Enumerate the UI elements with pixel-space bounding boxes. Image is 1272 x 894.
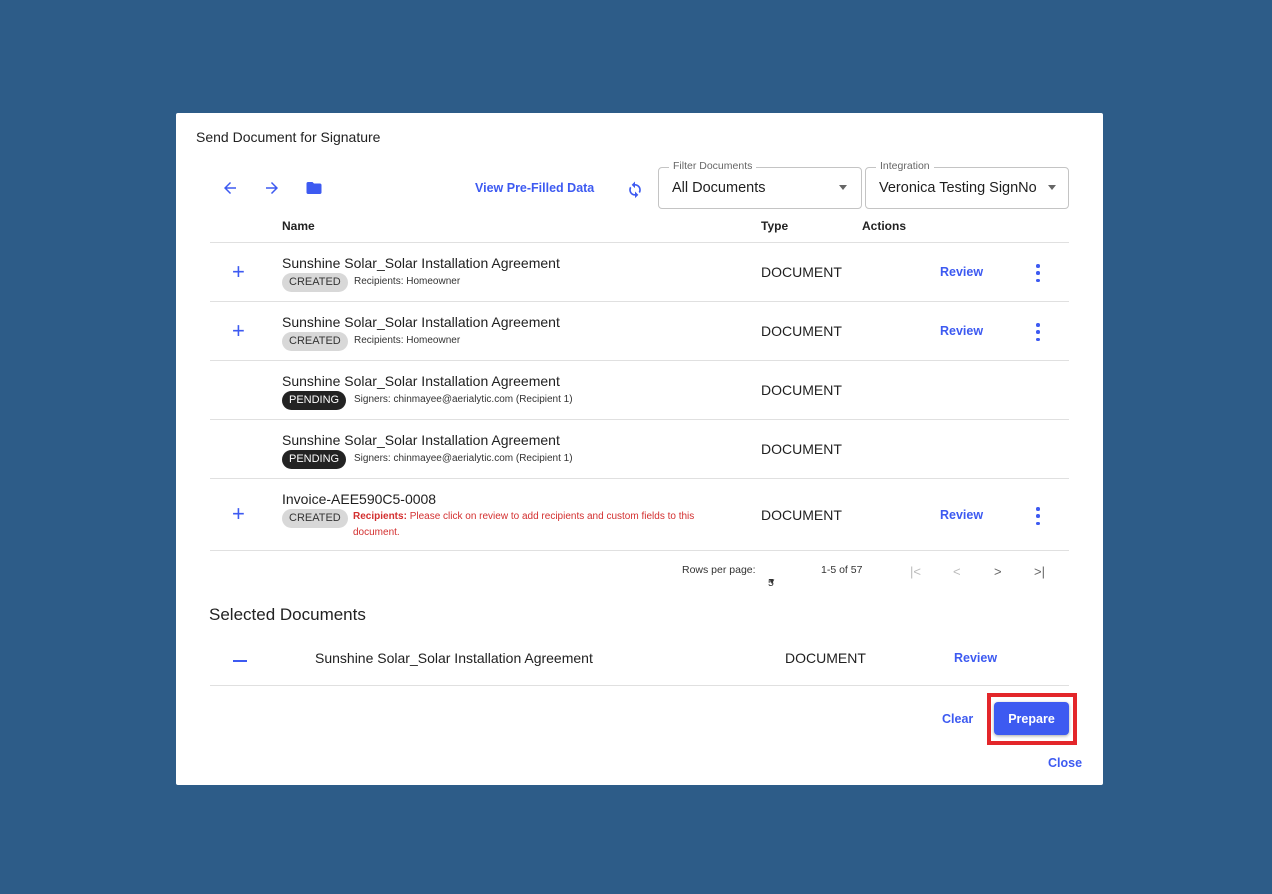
selected-documents-title: Selected Documents xyxy=(209,605,366,624)
document-type: DOCUMENT xyxy=(761,264,842,280)
filter-documents-label: Filter Documents xyxy=(669,160,757,172)
more-vert-icon[interactable] xyxy=(1032,264,1044,282)
plus-icon[interactable]: + xyxy=(232,503,245,525)
close-button[interactable]: Close xyxy=(1048,756,1082,770)
last-page-icon[interactable]: >| xyxy=(1034,564,1045,579)
table-row: + Sunshine Solar_Solar Installation Agre… xyxy=(210,243,1069,302)
integration-label: Integration xyxy=(876,160,934,172)
selected-document-row: Sunshine Solar_Solar Installation Agreem… xyxy=(210,637,1069,686)
review-button[interactable]: Review xyxy=(940,508,983,522)
document-type: DOCUMENT xyxy=(761,441,842,457)
arrow-left-icon[interactable] xyxy=(216,174,244,202)
status-badge: CREATED xyxy=(282,509,348,528)
column-header-actions: Actions xyxy=(862,219,907,233)
filter-documents-select[interactable]: Filter Documents All Documents xyxy=(658,160,862,209)
document-type: DOCUMENT xyxy=(761,323,842,339)
table-pagination: Rows per page: 5 ▼ 1-5 of 57 |< < > >| xyxy=(210,551,1069,589)
recipients-text: Recipients: Homeowner xyxy=(354,276,461,287)
folder-icon[interactable] xyxy=(300,174,328,202)
previous-page-icon[interactable]: < xyxy=(953,564,961,579)
status-badge: PENDING xyxy=(282,450,347,469)
chevron-down-icon xyxy=(1048,185,1056,190)
status-badge: CREATED xyxy=(282,273,348,292)
caret-down-icon: ▼ xyxy=(768,577,776,586)
document-type: DOCUMENT xyxy=(761,382,842,398)
remove-icon[interactable] xyxy=(233,660,247,662)
status-badge: PENDING xyxy=(282,391,347,410)
more-vert-icon[interactable] xyxy=(1032,507,1044,525)
pagination-range: 1-5 of 57 xyxy=(821,564,863,576)
filter-documents-value: All Documents xyxy=(672,180,766,196)
view-prefilled-data-button[interactable]: View Pre-Filled Data xyxy=(475,181,594,195)
table-row: + Sunshine Solar_Solar Installation Agre… xyxy=(210,302,1069,361)
plus-icon[interactable]: + xyxy=(232,320,245,342)
document-name: Sunshine Solar_Solar Installation Agreem… xyxy=(282,255,560,271)
signers-text: Signers: chinmayee@aerialytic.com (Recip… xyxy=(354,453,573,464)
table-header: Name Type Actions xyxy=(210,213,1069,243)
next-page-icon[interactable]: > xyxy=(994,564,1002,579)
arrow-right-icon[interactable] xyxy=(258,174,286,202)
plus-icon[interactable]: + xyxy=(232,261,245,283)
table-row: + Invoice-AEE590C5-0008 CREATED Recipien… xyxy=(210,479,1069,551)
refresh-icon[interactable] xyxy=(621,175,649,203)
document-type: DOCUMENT xyxy=(785,650,866,666)
more-vert-icon[interactable] xyxy=(1032,323,1044,341)
review-button[interactable]: Review xyxy=(940,265,983,279)
rows-per-page-label: Rows per page: xyxy=(682,564,756,576)
integration-value: Veronica Testing SignNo xyxy=(879,180,1037,196)
column-header-type: Type xyxy=(761,219,789,233)
dialog-title: Send Document for Signature xyxy=(196,129,381,145)
integration-select[interactable]: Integration Veronica Testing SignNo xyxy=(865,160,1069,209)
document-name: Sunshine Solar_Solar Installation Agreem… xyxy=(282,314,560,330)
toolbar: View Pre-Filled Data Filter Documents Al… xyxy=(210,160,1070,209)
chevron-down-icon xyxy=(839,185,847,190)
recipients-text: Recipients: Homeowner xyxy=(354,335,461,346)
clear-button[interactable]: Clear xyxy=(942,712,973,726)
document-type: DOCUMENT xyxy=(761,507,842,523)
review-button[interactable]: Review xyxy=(954,651,997,665)
recipients-warning-label: Recipients: xyxy=(353,511,407,522)
table-row: Sunshine Solar_Solar Installation Agreem… xyxy=(210,420,1069,479)
document-name: Sunshine Solar_Solar Installation Agreem… xyxy=(282,373,560,389)
first-page-icon[interactable]: |< xyxy=(910,564,921,579)
table-row: Sunshine Solar_Solar Installation Agreem… xyxy=(210,361,1069,420)
recipients-warning: Recipients: Please click on review to ad… xyxy=(353,509,733,541)
prepare-button[interactable]: Prepare xyxy=(994,702,1069,735)
document-name: Invoice-AEE590C5-0008 xyxy=(282,491,437,507)
signers-text: Signers: chinmayee@aerialytic.com (Recip… xyxy=(354,394,573,405)
review-button[interactable]: Review xyxy=(940,324,983,338)
send-document-dialog: Send Document for Signature View Pre-Fil… xyxy=(176,113,1103,785)
document-name: Sunshine Solar_Solar Installation Agreem… xyxy=(315,650,593,666)
status-badge: CREATED xyxy=(282,332,348,351)
column-header-name: Name xyxy=(282,219,315,233)
document-name: Sunshine Solar_Solar Installation Agreem… xyxy=(282,432,560,448)
